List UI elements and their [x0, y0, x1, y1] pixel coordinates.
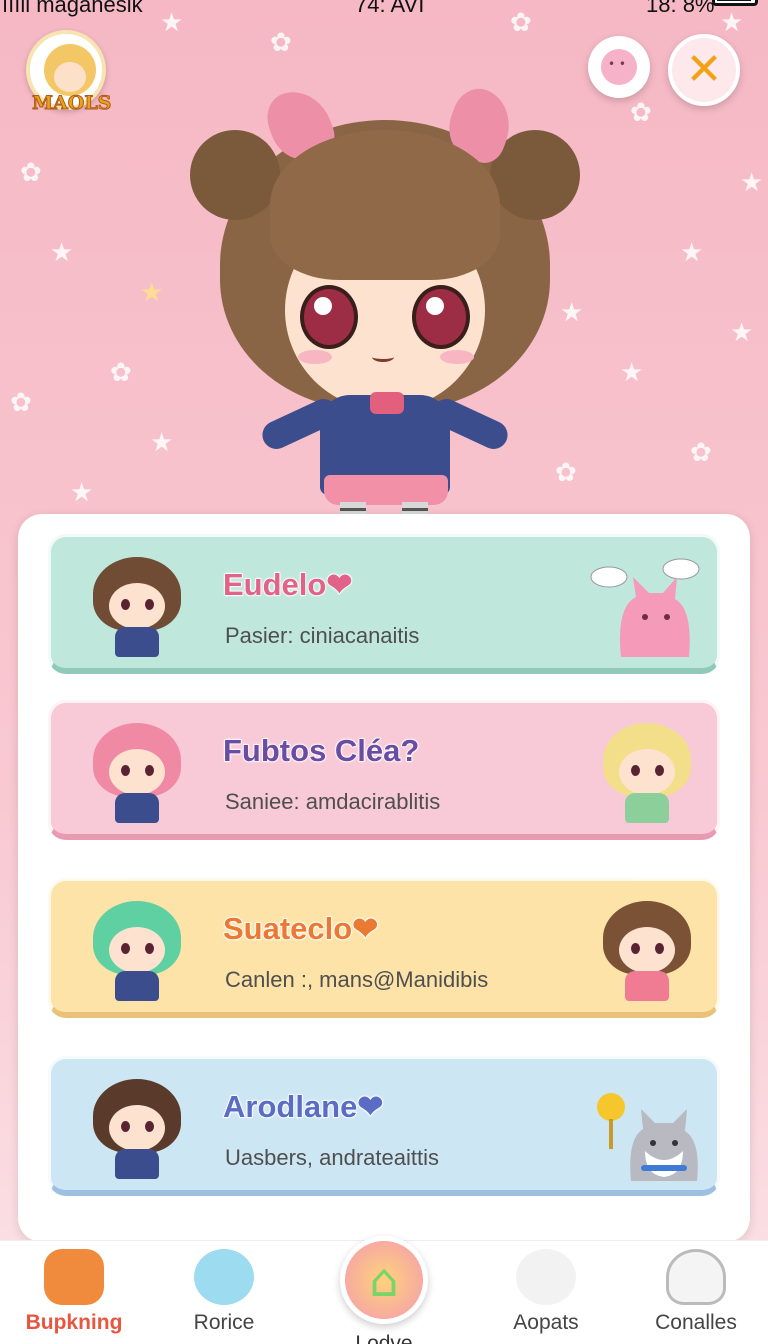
card-title: Arodlane❤ — [222, 1088, 384, 1125]
chibi-avatar — [77, 543, 197, 663]
carrier-label: ıııll magahesik — [2, 0, 143, 17]
chibi-eye — [145, 599, 154, 610]
card-subtitle: Canlen :, mans@Manidibis — [225, 967, 489, 992]
star-decoration-icon: ★ — [50, 238, 74, 268]
pet-face-icon — [601, 49, 637, 85]
chibi-eye — [145, 943, 154, 954]
character-fringe — [270, 130, 500, 280]
avatar — [44, 44, 96, 96]
ghost-icon — [666, 1249, 726, 1305]
character-card[interactable]: Suateclo❤ Canlen :, mans@Manidibis — [48, 878, 720, 1018]
star-decoration-icon: ✿ — [20, 158, 42, 188]
character-eye — [412, 285, 470, 349]
chibi-eye — [145, 1121, 154, 1132]
character-blush — [440, 350, 474, 364]
chibi-avatar — [587, 887, 707, 1007]
nav-item-label: Lodve — [355, 1332, 413, 1344]
nav-item-aopats[interactable]: Aopats — [476, 1241, 616, 1344]
card-title: Eudelo❤ — [222, 566, 353, 603]
chibi-body — [625, 971, 669, 1001]
star-decoration-icon: ★ — [730, 318, 754, 348]
card-subtitle: Uasbers, andrateaittis — [225, 1145, 439, 1170]
chibi-body — [115, 971, 159, 1001]
nav-item-label: Aopats — [513, 1311, 579, 1334]
star-decoration-icon: ★ — [620, 358, 644, 388]
gray-cat-icon — [597, 1093, 698, 1181]
star-decoration-icon: ★ — [70, 478, 94, 508]
card-title: Fubtos Cléa? — [222, 732, 420, 769]
character-card[interactable]: Eudelo❤ Pasier: ciniacanaitis — [48, 534, 720, 674]
star-decoration-icon: ✿ — [630, 98, 652, 128]
chibi-eye — [121, 765, 130, 776]
chibi-eye — [655, 943, 664, 954]
chibi-eye — [655, 765, 664, 776]
character-bow-tie — [370, 392, 404, 414]
chibi-body — [115, 1149, 159, 1179]
chibi-face — [109, 749, 165, 795]
home-star-icon: ⌂ — [369, 1253, 399, 1307]
character-eye — [300, 285, 358, 349]
pink-cat-icon — [590, 558, 700, 657]
chibi-face — [619, 927, 675, 973]
chibi-eye — [121, 1121, 130, 1132]
star-decoration-icon: ★ — [680, 238, 704, 268]
star-decoration-icon: ✿ — [10, 388, 32, 418]
chibi-eye — [631, 765, 640, 776]
character-card[interactable]: Arodlane❤ Uasbers, andrateaittis — [48, 1056, 720, 1196]
bubble-creature-icon — [194, 1249, 254, 1305]
chibi-face — [109, 1105, 165, 1151]
close-button[interactable]: ✕ — [668, 34, 740, 106]
card-title: Suateclo❤ — [222, 910, 379, 947]
chibi-body — [115, 627, 159, 657]
star-decoration-icon: ✿ — [270, 28, 292, 58]
card-subtitle: Sanieе: amdacirablitis — [225, 789, 441, 814]
character-skirt — [324, 475, 448, 505]
profile-label: MAOLS — [31, 92, 112, 115]
chibi-avatar — [77, 709, 197, 829]
status-bar: ıııll magahesik 74: AVI 18: 8% — [0, 0, 768, 17]
chibi-eye — [121, 599, 130, 610]
nav-item-conalles[interactable]: Conalles — [626, 1241, 766, 1344]
chibi-eye — [145, 765, 154, 776]
nav-item-rorice[interactable]: Rorice — [154, 1241, 294, 1344]
hair-bun — [190, 130, 280, 220]
chibi-face — [109, 583, 165, 629]
pet-cat-icon — [516, 1249, 576, 1305]
card-subtitle: Pasier: ciniacanaitis — [225, 623, 420, 648]
star-decoration-icon: ✿ — [110, 358, 132, 388]
main-character[interactable] — [190, 60, 580, 560]
star-decoration-icon: ★ — [140, 278, 164, 308]
chibi-avatar — [77, 1065, 197, 1185]
chibi-avatar — [587, 709, 707, 829]
chibi-eye — [121, 943, 130, 954]
star-decoration-icon: ✿ — [690, 438, 712, 468]
nav-item-label: Rorice — [193, 1311, 255, 1334]
chibi-eye — [631, 943, 640, 954]
character-mouth — [372, 352, 394, 362]
nav-item-label: Conalles — [655, 1311, 737, 1334]
character-card[interactable]: Fubtos Cléa? Sanieе: amdacirablitis — [48, 700, 720, 840]
nav-item-bupkning[interactable]: Bupkning — [4, 1241, 144, 1344]
character-blush — [298, 350, 332, 364]
star-decoration-icon: ★ — [740, 168, 764, 198]
close-icon: ✕ — [685, 44, 723, 95]
battery-label: 18: 8% — [646, 0, 715, 17]
chibi-face — [619, 749, 675, 795]
battery-icon — [712, 0, 758, 6]
chibi-avatar — [77, 887, 197, 1007]
chibi-body — [625, 793, 669, 823]
monster-icon — [44, 1249, 104, 1305]
nav-item-label: Bupkning — [25, 1311, 123, 1334]
pet-button[interactable] — [588, 36, 650, 98]
chibi-body — [115, 793, 159, 823]
star-decoration-icon: ★ — [150, 428, 174, 458]
home-button[interactable]: ⌂ — [340, 1236, 428, 1324]
clock-label: 74: AVI — [355, 0, 425, 17]
chibi-face — [109, 927, 165, 973]
